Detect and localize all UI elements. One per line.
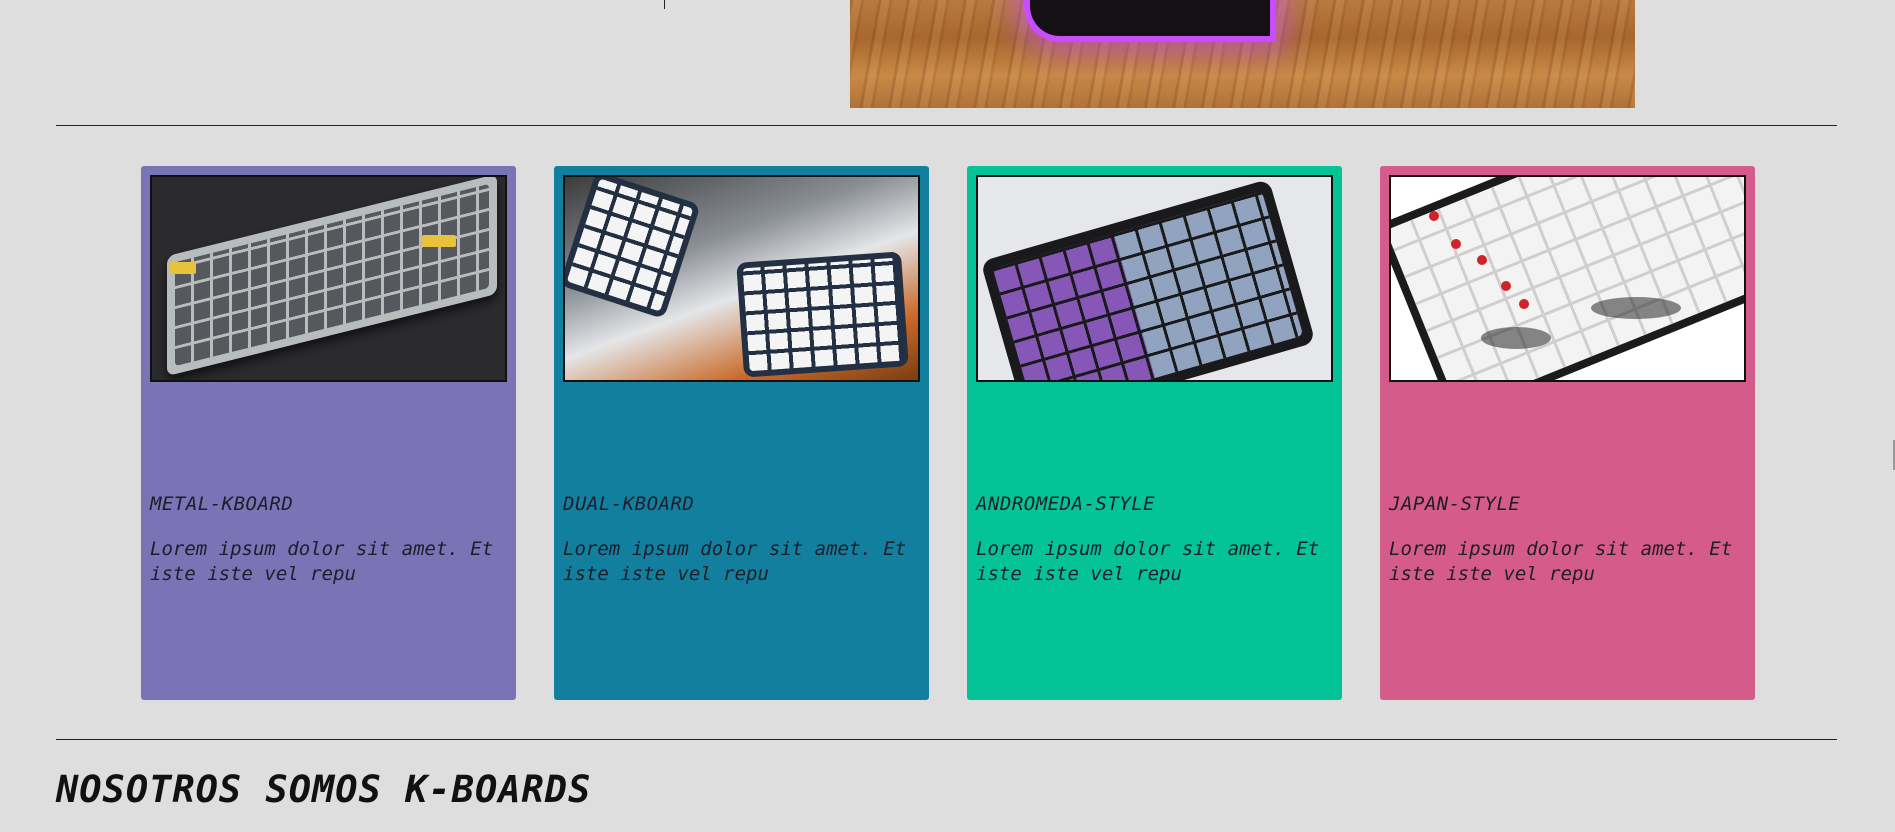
japan-keyboard-photo bbox=[1389, 175, 1746, 382]
section-divider bbox=[56, 739, 1837, 740]
product-cards: METAL-KBOARD Lorem ipsum dolor sit amet.… bbox=[141, 166, 1755, 700]
section-divider bbox=[56, 125, 1837, 126]
about-heading: NOSOTROS SOMOS K-BOARDS bbox=[56, 768, 592, 811]
product-card-andromeda-style[interactable]: ANDROMEDA-STYLE Lorem ipsum dolor sit am… bbox=[967, 166, 1342, 700]
card-description: Lorem ipsum dolor sit amet. Et iste iste… bbox=[976, 538, 1320, 585]
andromeda-keyboard-photo bbox=[976, 175, 1333, 382]
card-title: METAL-KBOARD bbox=[150, 493, 294, 515]
hero-keyboard-image bbox=[850, 0, 1635, 108]
card-description: Lorem ipsum dolor sit amet. Et iste iste… bbox=[1389, 538, 1733, 585]
card-title: JAPAN-STYLE bbox=[1389, 493, 1521, 515]
product-card-japan-style[interactable]: JAPAN-STYLE Lorem ipsum dolor sit amet. … bbox=[1380, 166, 1755, 700]
product-card-metal-kboard[interactable]: METAL-KBOARD Lorem ipsum dolor sit amet.… bbox=[141, 166, 516, 700]
split-keyboard-photo bbox=[563, 175, 920, 382]
metal-keyboard-photo bbox=[150, 175, 507, 382]
text-cursor bbox=[664, 0, 665, 9]
product-card-dual-kboard[interactable]: DUAL-KBOARD Lorem ipsum dolor sit amet. … bbox=[554, 166, 929, 700]
card-description: Lorem ipsum dolor sit amet. Et iste iste… bbox=[563, 538, 907, 585]
card-title: DUAL-KBOARD bbox=[563, 493, 695, 515]
card-title: ANDROMEDA-STYLE bbox=[976, 493, 1156, 515]
card-description: Lorem ipsum dolor sit amet. Et iste iste… bbox=[150, 538, 494, 585]
